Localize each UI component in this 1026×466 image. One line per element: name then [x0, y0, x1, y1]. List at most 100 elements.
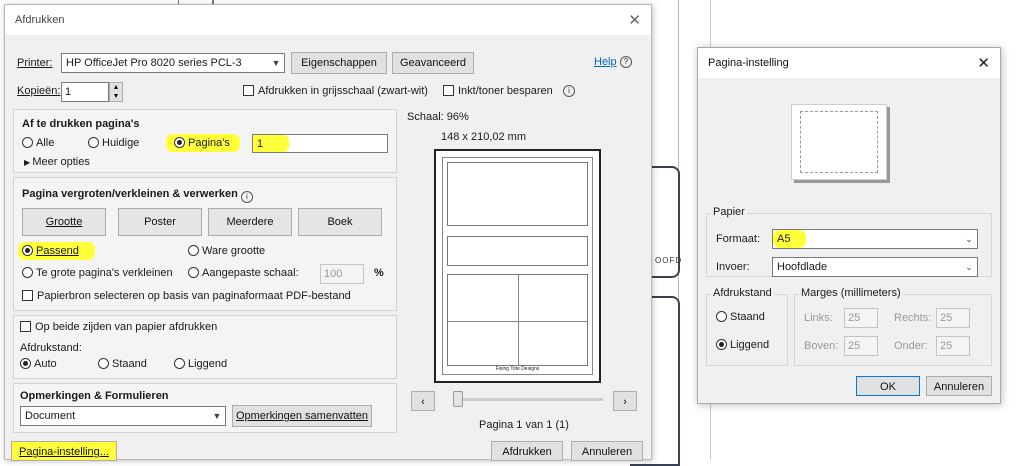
- radio-icon[interactable]: [22, 267, 33, 278]
- save-ink-checkbox[interactable]: [443, 85, 454, 96]
- preview-inner: Fixing Tote Designs: [442, 157, 593, 375]
- right-margin-input[interactable]: 25: [936, 308, 970, 328]
- tab-size[interactable]: Grootte: [22, 208, 106, 236]
- both-sides-checkbox[interactable]: [20, 321, 31, 332]
- background-text: OOFD: [655, 256, 683, 265]
- pages-section: Af te drukken pagina's Alle Huidige Pagi…: [13, 109, 397, 173]
- summarize-comments-button[interactable]: Opmerkingen samenvatten: [232, 405, 372, 427]
- all-pages-radio[interactable]: Alle: [22, 137, 54, 149]
- print-button[interactable]: Afdrukken: [491, 441, 563, 461]
- radio-icon[interactable]: [20, 358, 31, 369]
- properties-button[interactable]: Eigenschappen: [291, 52, 387, 74]
- fit-radio[interactable]: Passend: [18, 242, 95, 260]
- help-icon[interactable]: ?: [620, 56, 632, 68]
- paper-source-checkbox[interactable]: [22, 290, 33, 301]
- preview-divider: [448, 321, 587, 322]
- source-select-value: Hoofdlade: [777, 261, 828, 273]
- printer-label: Printer:: [17, 57, 53, 69]
- radio-icon[interactable]: [174, 137, 185, 148]
- radio-icon[interactable]: [174, 358, 185, 369]
- all-pages-label: Alle: [36, 137, 55, 149]
- radio-icon[interactable]: [88, 137, 99, 148]
- pages-input[interactable]: 1: [252, 134, 388, 153]
- save-ink-label: Inkt/toner besparen: [458, 85, 553, 97]
- more-options-toggle[interactable]: ▶ Meer opties: [24, 156, 90, 168]
- printer-select[interactable]: HP OfficeJet Pro 8020 series PCL-3 ▼: [61, 53, 285, 73]
- custom-scale-radio[interactable]: Aangepaste schaal:: [188, 267, 299, 279]
- format-select-value: A5: [773, 230, 807, 248]
- radio-icon[interactable]: [716, 311, 727, 322]
- next-page-button[interactable]: ›: [613, 391, 637, 411]
- paper-source-label: Papierbron selecteren op basis van pagin…: [37, 290, 351, 302]
- tab-poster[interactable]: Poster: [118, 208, 202, 236]
- ok-button[interactable]: OK: [856, 376, 920, 396]
- comments-select[interactable]: Document ▼: [20, 406, 226, 426]
- radio-icon[interactable]: [188, 245, 199, 256]
- orientation-group: Afdrukstand: [706, 287, 788, 366]
- orientation-group-title: Afdrukstand: [711, 287, 774, 299]
- preview-divider: [517, 275, 519, 365]
- chevron-down-icon: ⌄: [965, 262, 973, 272]
- preview-box: [447, 162, 588, 226]
- close-icon[interactable]: ✕: [628, 11, 641, 29]
- prev-page-button[interactable]: ‹: [411, 391, 435, 411]
- left-margin-input[interactable]: 25: [844, 308, 878, 328]
- cancel-button[interactable]: Annuleren: [571, 441, 643, 461]
- save-ink-option[interactable]: Inkt/toner besparen: [443, 85, 553, 97]
- bottom-margin-label: Onder:: [894, 340, 928, 352]
- landscape-radio[interactable]: Liggend: [174, 358, 227, 370]
- preview-box: [447, 274, 588, 366]
- both-sides-option[interactable]: Op beide zijden van papier afdrukken: [20, 321, 217, 333]
- portrait-radio[interactable]: Staand: [98, 358, 147, 370]
- paper-source-option[interactable]: Papierbron selecteren op basis van pagin…: [22, 290, 351, 302]
- help-link[interactable]: Help: [594, 56, 617, 68]
- orientation-label: Afdrukstand:: [20, 342, 82, 354]
- pages-radio[interactable]: Pagina's: [166, 134, 240, 152]
- auto-radio[interactable]: Auto: [20, 358, 57, 370]
- tab-booklet[interactable]: Boek: [298, 208, 382, 236]
- pages-input-value: 1: [253, 135, 289, 152]
- actual-size-label: Ware grootte: [202, 245, 266, 257]
- format-select[interactable]: A5 ⌄: [772, 229, 978, 249]
- page-slider-thumb[interactable]: [453, 391, 463, 407]
- radio-icon[interactable]: [716, 339, 727, 350]
- current-page-radio[interactable]: Huidige: [88, 137, 139, 149]
- orientation-section: Op beide zijden van papier afdrukken Afd…: [13, 315, 397, 379]
- tab-multiple[interactable]: Meerdere: [208, 208, 292, 236]
- setup-titlebar: Pagina-instelling ✕: [698, 48, 1000, 78]
- radio-icon[interactable]: [188, 267, 199, 278]
- bottom-margin-input[interactable]: 25: [936, 336, 970, 356]
- chevron-down-icon: ▼: [271, 58, 281, 68]
- info-icon[interactable]: i: [563, 85, 575, 97]
- shrink-radio[interactable]: Te grote pagina's verkleinen: [22, 267, 173, 279]
- radio-icon[interactable]: [22, 137, 33, 148]
- preview-box: [447, 236, 588, 266]
- setup-cancel-button[interactable]: Annuleren: [926, 376, 992, 396]
- dialog-title: Afdrukken: [15, 14, 65, 26]
- setup-portrait-label: Staand: [730, 311, 765, 323]
- close-icon[interactable]: ✕: [977, 54, 990, 72]
- page-setup-button[interactable]: Pagina-instelling...: [11, 441, 117, 461]
- custom-scale-input[interactable]: 100: [320, 264, 364, 284]
- copies-stepper[interactable]: ▲ ▼: [109, 82, 123, 102]
- fit-label: Passend: [36, 245, 79, 257]
- chevron-right-icon: ›: [623, 396, 627, 408]
- grayscale-option[interactable]: Afdrukken in grijsschaal (zwart-wit): [243, 85, 428, 97]
- setup-landscape-radio[interactable]: Liggend: [716, 339, 769, 351]
- info-icon[interactable]: i: [240, 191, 253, 203]
- copies-input[interactable]: 1: [61, 82, 109, 102]
- page-slider-track[interactable]: [453, 398, 603, 401]
- advanced-button[interactable]: Geavanceerd: [392, 52, 474, 74]
- portrait-label: Staand: [112, 358, 147, 370]
- auto-label: Auto: [34, 358, 57, 370]
- setup-portrait-radio[interactable]: Staand: [716, 311, 765, 323]
- radio-icon[interactable]: [22, 245, 33, 256]
- comments-section: Opmerkingen & Formulieren Document ▼ Opm…: [13, 383, 397, 433]
- radio-icon[interactable]: [98, 358, 109, 369]
- top-margin-input[interactable]: 25: [844, 336, 878, 356]
- actual-size-radio[interactable]: Ware grootte: [188, 245, 265, 257]
- grayscale-checkbox[interactable]: [243, 85, 254, 96]
- preview-size: 148 x 210,02 mm: [441, 131, 526, 143]
- source-select[interactable]: Hoofdlade ⌄: [772, 257, 978, 277]
- copies-label: Kopieën:: [17, 85, 61, 97]
